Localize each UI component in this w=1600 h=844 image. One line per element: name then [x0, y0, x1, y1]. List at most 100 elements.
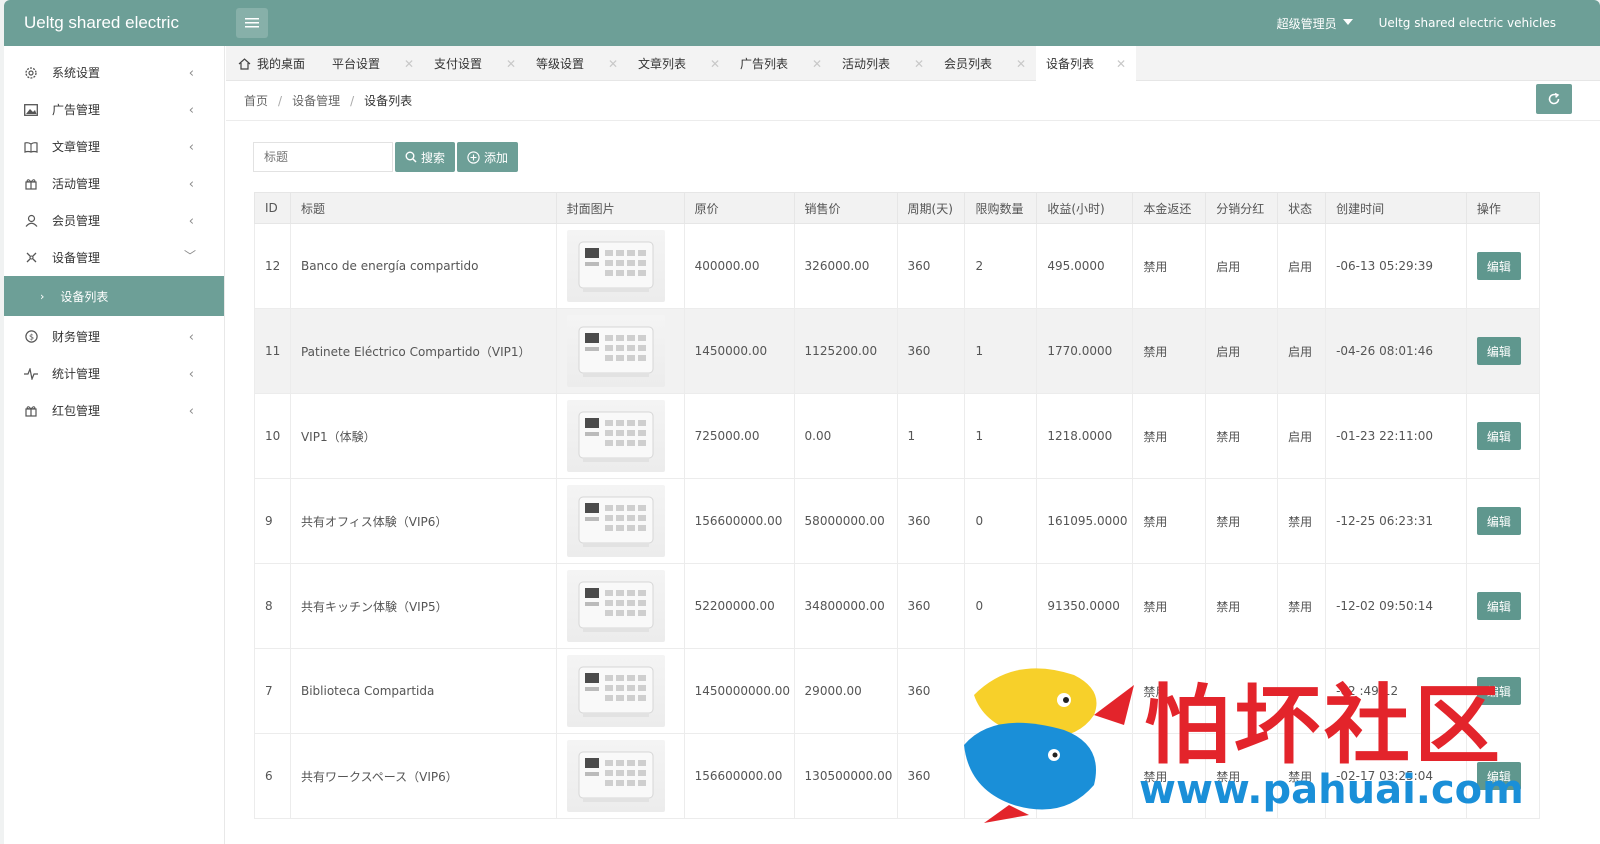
cell-title: Biblioteca Compartida [289, 648, 557, 734]
tab-platform-settings[interactable]: 平台设置 ✕ [322, 46, 424, 81]
tab-device-list[interactable]: 设备列表 ✕ [1036, 46, 1136, 81]
cell-period: 360 [896, 733, 966, 819]
cover-thumbnail[interactable] [566, 315, 665, 387]
search-icon [405, 151, 417, 163]
add-button[interactable]: 添加 [457, 142, 519, 172]
search-button[interactable]: 搜索 [395, 142, 456, 172]
cell-id: 11 [254, 308, 291, 394]
tab-desktop[interactable]: 我的桌面 [226, 46, 322, 81]
tab-activity-list[interactable]: 活动列表 ✕ [832, 46, 934, 81]
breadcrumb-home[interactable]: 首页 [244, 92, 268, 109]
cell-limit: 2 [964, 223, 1038, 309]
sidebar-item-activities[interactable]: 活动管理 ‹ [4, 165, 224, 202]
cell-created-time: -06-13 05:29:39 [1325, 223, 1467, 309]
menu-toggle-button[interactable] [236, 8, 268, 38]
sidebar-item-system[interactable]: 系统设置 ‹ [4, 54, 224, 91]
sidebar-item-redpacket[interactable]: 红包管理 ‹ [4, 392, 224, 429]
sidebar-item-ads[interactable]: 广告管理 ‹ [4, 91, 224, 128]
tab-level-settings[interactable]: 等级设置 ✕ [526, 46, 628, 81]
app-logo: Ueltg shared electric [24, 13, 179, 32]
cover-thumbnail[interactable] [566, 230, 665, 302]
sidebar-item-members[interactable]: 会员管理 ‹ [4, 202, 224, 239]
cell-period: 360 [896, 478, 966, 564]
tab-label: 我的桌面 [257, 57, 306, 71]
title-search-input[interactable] [253, 142, 393, 172]
device-image [578, 666, 654, 717]
cover-thumbnail[interactable] [566, 570, 665, 642]
cell-income [1036, 733, 1134, 819]
cell-distribution-status: 禁用 [1205, 393, 1279, 479]
book-icon [24, 140, 38, 154]
sidebar-item-devices[interactable]: 设备管理 ﹀ [4, 239, 224, 276]
user-menu[interactable]: 超级管理员 [1277, 15, 1353, 32]
cell-refund-status: 禁用 [1132, 733, 1207, 819]
breadcrumb: 首页 / 设备管理 / 设备列表 [226, 81, 1600, 121]
cell-sale-price: 29000.00 [793, 648, 898, 734]
close-icon[interactable]: ✕ [914, 57, 924, 71]
device-image [578, 241, 654, 292]
cell-limit: 1 [964, 308, 1038, 394]
sidebar-item-stats[interactable]: 统计管理 ‹ [4, 355, 224, 392]
table-row: 7 Biblioteca Compartida 1450000000.00 29000… [254, 648, 1541, 734]
tab-member-list[interactable]: 会员列表 ✕ [934, 46, 1036, 81]
cell-distribution-status: 禁用 [1205, 733, 1279, 819]
edit-button[interactable]: 编辑 [1476, 252, 1521, 280]
sidebar-subitem-label: 设备列表 [60, 289, 109, 304]
cell-status: 启用 [1277, 308, 1327, 394]
edit-button[interactable]: 编辑 [1476, 337, 1521, 365]
chevron-left-icon: ‹ [188, 214, 194, 229]
cover-thumbnail[interactable] [566, 485, 665, 557]
breadcrumb-device-management[interactable]: 设备管理 [292, 92, 340, 109]
sidebar-item-label: 会员管理 [52, 214, 101, 228]
cover-thumbnail[interactable] [566, 655, 665, 727]
site-name[interactable]: Ueltg shared electric vehicles [1379, 16, 1556, 30]
close-icon[interactable]: ✕ [710, 57, 720, 71]
sidebar-item-finance[interactable]: $ 财务管理 ‹ [4, 318, 224, 355]
table-row: 10 VIP1（体験） 725000.00 0.00 1 1 1218.0000 禁用 禁用 启用… [254, 393, 1541, 479]
dollar-icon: $ [24, 330, 38, 344]
chevron-left-icon: ‹ [188, 367, 194, 382]
cell-sale-price: 0.00 [793, 393, 898, 479]
close-icon[interactable]: ✕ [404, 57, 414, 71]
edit-button[interactable]: 编辑 [1476, 507, 1521, 535]
cover-thumbnail[interactable] [566, 740, 665, 812]
tab-article-list[interactable]: 文章列表 ✕ [628, 46, 730, 81]
tab-label: 等级设置 [536, 57, 585, 71]
cell-title: 共有オフィス体験（VIP6） [289, 478, 557, 564]
refresh-button[interactable] [1536, 84, 1572, 114]
cell-title: Patinete Eléctrico Compartido（VIP1） [289, 308, 557, 394]
close-icon[interactable]: ✕ [506, 57, 516, 71]
cell-original-price: 1450000.00 [683, 308, 795, 394]
close-icon[interactable]: ✕ [608, 57, 618, 71]
add-button-label: 添加 [484, 150, 509, 165]
close-icon[interactable]: ✕ [1016, 57, 1026, 71]
cell-refund-status: 禁用 [1132, 308, 1207, 394]
edit-button[interactable]: 编辑 [1476, 677, 1521, 705]
cell-created-time: -12-25 06:23:31 [1325, 478, 1467, 564]
table-header-row: ID 标题 封面图片 原价 销售价 周期(天) 限购数量 收益(小时) 本金返还… [254, 192, 1541, 224]
sidebar-item-label: 统计管理 [52, 367, 101, 381]
cell-actions: 编辑 [1465, 478, 1541, 564]
edit-button[interactable]: 编辑 [1476, 762, 1521, 790]
sidebar-subitem-device-list[interactable]: › 设备列表 [4, 276, 224, 316]
close-icon[interactable]: ✕ [1116, 57, 1126, 71]
cell-sale-price: 326000.00 [793, 223, 898, 309]
tab-ad-list[interactable]: 广告列表 ✕ [730, 46, 832, 81]
table-row: 9 共有オフィス体験（VIP6） 156600000.00 58000000.00 36… [254, 478, 1541, 564]
gear-icon [24, 66, 38, 80]
tab-payment-settings[interactable]: 支付设置 ✕ [424, 46, 526, 81]
sidebar-item-articles[interactable]: 文章管理 ‹ [4, 128, 224, 165]
cell-title: 共有キッチン体験（VIP5） [289, 563, 557, 649]
cell-refund-status: 禁用 [1132, 648, 1207, 734]
edit-button[interactable]: 编辑 [1476, 592, 1521, 620]
cover-thumbnail[interactable] [566, 400, 665, 472]
cell-refund-status: 禁用 [1132, 393, 1207, 479]
cell-created-time: -04-26 08:01:46 [1325, 308, 1467, 394]
close-icon[interactable]: ✕ [812, 57, 822, 71]
sidebar-item-label: 广告管理 [52, 103, 101, 117]
cell-limit: 0 [964, 478, 1038, 564]
edit-button[interactable]: 编辑 [1476, 422, 1521, 450]
chevron-down-icon [1342, 19, 1353, 25]
cell-distribution-status [1205, 648, 1279, 734]
hamburger-icon [245, 18, 259, 28]
